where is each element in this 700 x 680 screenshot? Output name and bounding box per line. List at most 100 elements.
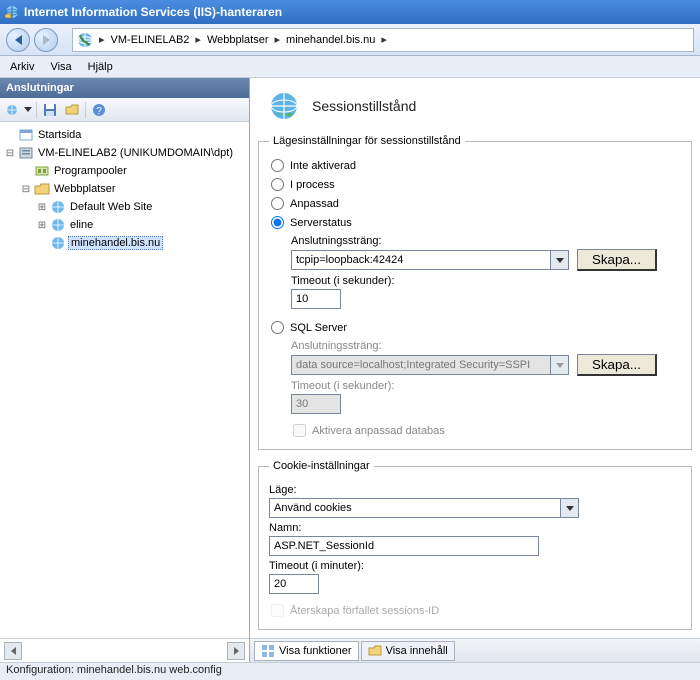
tree-sites[interactable]: ⊟ Webbplatser (20, 180, 247, 198)
tree-site-default[interactable]: ⊞ Default Web Site (36, 198, 247, 216)
save-button[interactable] (41, 101, 59, 119)
stateserver-conn-dropdown[interactable] (551, 250, 569, 270)
breadcrumb-sites[interactable]: Webbplatser (207, 34, 269, 46)
radio-inprocess-input[interactable] (271, 178, 284, 191)
server-icon (18, 145, 34, 161)
menu-hjalp[interactable]: Hjälp (88, 61, 113, 73)
cookie-settings-legend: Cookie-inställningar (269, 460, 374, 472)
tab-features-label: Visa funktioner (279, 645, 352, 657)
start-page-icon (18, 127, 34, 143)
radio-sql-input[interactable] (271, 321, 284, 334)
cookie-timeout-label: Timeout (i minuter): (269, 560, 681, 572)
sql-conn-input (291, 355, 551, 375)
tree-site-minehandel[interactable]: minehandel.bis.nu (36, 234, 247, 252)
connections-tree[interactable]: Startsida ⊟ VM-ELINELAB2 (UNIKUMDOMAIN\d… (0, 122, 249, 638)
nav-forward-button (34, 28, 58, 52)
scroll-left-button[interactable] (4, 642, 22, 660)
menu-visa[interactable]: Visa (50, 61, 71, 73)
app-pools-icon (34, 163, 50, 179)
tree-site-eline[interactable]: ⊞ eline (36, 216, 247, 234)
expand-toggle-icon[interactable]: ⊟ (20, 184, 32, 195)
connections-panel: Anslutningar ? (0, 78, 250, 662)
content-scroll[interactable]: Lägesinställningar för sessionstillstånd… (250, 131, 700, 638)
status-bar: Konfiguration: minehandel.bis.nu web.con… (0, 662, 700, 680)
cookie-mode-select[interactable] (269, 498, 561, 518)
radio-not-active-input[interactable] (271, 159, 284, 172)
sql-conn-label: Anslutningssträng: (291, 340, 681, 352)
cookie-mode-dropdown[interactable] (561, 498, 579, 518)
scroll-right-button[interactable] (227, 642, 245, 660)
regen-expired-id: Återskapa förfallet sessions-ID (271, 604, 681, 617)
sql-conn-dropdown (551, 355, 569, 375)
cookie-mode-label: Läge: (269, 484, 681, 496)
mode-settings-group: Lägesinställningar för sessionstillstånd… (258, 135, 692, 450)
menu-arkiv[interactable]: Arkiv (10, 61, 34, 73)
site-icon (77, 32, 93, 48)
enable-custom-db-checkbox (293, 424, 306, 437)
connect-dropdown-icon[interactable] (24, 107, 32, 112)
radio-custom[interactable]: Anpassad (271, 197, 681, 210)
radio-inprocess[interactable]: I process (271, 178, 681, 191)
enable-custom-db: Aktivera anpassad databas (293, 424, 681, 437)
stateserver-create-button[interactable]: Skapa... (577, 249, 657, 271)
radio-not-active-label: Inte aktiverad (290, 160, 356, 172)
content-panel: Sessionstillstånd Lägesinställningar för… (250, 78, 700, 662)
radio-custom-label: Anpassad (290, 198, 339, 210)
stateserver-conn-label: Anslutningssträng: (291, 235, 681, 247)
tab-content-view[interactable]: Visa innehåll (361, 641, 455, 661)
expand-toggle-icon[interactable]: ⊟ (4, 148, 16, 159)
folder-button[interactable] (63, 101, 81, 119)
tab-content-label: Visa innehåll (386, 645, 448, 657)
breadcrumb-sep-icon: ▸ (381, 33, 387, 46)
content-header: Sessionstillstånd (250, 78, 700, 131)
address-bar[interactable]: ▸ VM-ELINELAB2 ▸ Webbplatser ▸ minehande… (72, 28, 694, 52)
expand-toggle-icon[interactable]: ⊞ (36, 220, 48, 231)
connect-button[interactable] (4, 101, 22, 119)
radio-not-active[interactable]: Inte aktiverad (271, 159, 681, 172)
breadcrumb-site[interactable]: minehandel.bis.nu (286, 34, 375, 46)
expand-toggle-icon[interactable]: ⊞ (36, 202, 48, 213)
breadcrumb-sep-icon: ▸ (99, 33, 105, 46)
sql-timeout-label: Timeout (i sekunder): (291, 380, 681, 392)
radio-sql[interactable]: SQL Server (271, 321, 681, 334)
features-view-icon (261, 644, 275, 658)
help-button[interactable]: ? (90, 101, 108, 119)
title-bar: Internet Information Services (IIS)-hant… (0, 0, 700, 24)
connections-toolbar: ? (0, 98, 249, 122)
menu-bar: Arkiv Visa Hjälp (0, 56, 700, 78)
website-icon (50, 217, 66, 233)
radio-inprocess-label: I process (290, 179, 335, 191)
sites-folder-icon (34, 181, 50, 197)
radio-sql-label: SQL Server (290, 322, 347, 334)
tree-start-page[interactable]: Startsida (4, 126, 247, 144)
breadcrumb-sep-icon: ▸ (195, 33, 201, 46)
radio-stateserver-input[interactable] (271, 216, 284, 229)
cookie-settings-group: Cookie-inställningar Läge: Namn: Timeout… (258, 460, 692, 630)
content-view-icon (368, 644, 382, 658)
session-state-icon (268, 90, 300, 122)
tree-app-pools[interactable]: Programpooler (20, 162, 247, 180)
sql-timeout-input (291, 394, 341, 414)
nav-toolbar: ▸ VM-ELINELAB2 ▸ Webbplatser ▸ minehande… (0, 24, 700, 56)
website-icon (50, 199, 66, 215)
tree-server[interactable]: ⊟ VM-ELINELAB2 (UNIKUMDOMAIN\dpt) (4, 144, 247, 162)
cookie-name-label: Namn: (269, 522, 681, 534)
website-icon (50, 235, 66, 251)
cookie-timeout-input[interactable] (269, 574, 319, 594)
stateserver-conn-input[interactable] (291, 250, 551, 270)
cookie-name-input[interactable] (269, 536, 539, 556)
sql-create-button[interactable]: Skapa... (577, 354, 657, 376)
radio-custom-input[interactable] (271, 197, 284, 210)
breadcrumb-server[interactable]: VM-ELINELAB2 (111, 34, 190, 46)
radio-stateserver[interactable]: Serverstatus (271, 216, 681, 229)
stateserver-timeout-input[interactable] (291, 289, 341, 309)
radio-stateserver-label: Serverstatus (290, 217, 352, 229)
tab-features-view[interactable]: Visa funktioner (254, 641, 359, 661)
page-title: Sessionstillstånd (312, 98, 416, 114)
mode-settings-legend: Lägesinställningar för sessionstillstånd (269, 135, 465, 147)
stateserver-timeout-label: Timeout (i sekunder): (291, 275, 681, 287)
nav-back-button[interactable] (6, 28, 30, 52)
breadcrumb-sep-icon: ▸ (275, 33, 281, 46)
connections-header: Anslutningar (0, 78, 249, 98)
enable-custom-db-label: Aktivera anpassad databas (312, 425, 445, 437)
